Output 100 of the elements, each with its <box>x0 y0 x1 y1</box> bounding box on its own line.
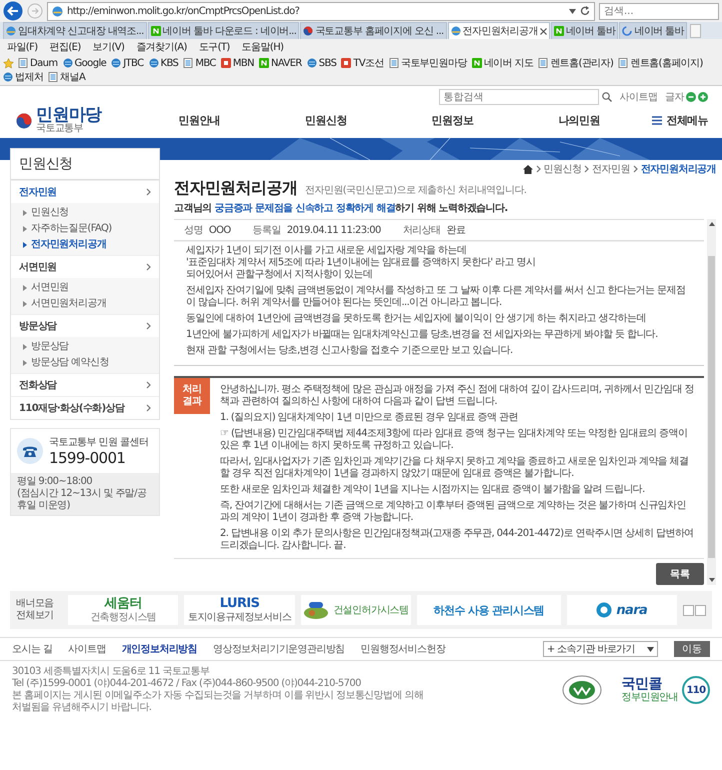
browser-tab[interactable]: 임대차계약 신고대장 내역조... <box>3 22 147 39</box>
menu-item[interactable]: 파일(F) <box>3 40 42 54</box>
go-button[interactable]: 이동 <box>674 641 710 657</box>
banner-caption: 토지이용규제정보서비스 <box>188 612 292 623</box>
favorite-link[interactable]: 네이버 지도 <box>472 56 534 70</box>
address-field[interactable]: http://eminwon.molit.go.kr/onCmptPrcsOpenList.do? <box>47 2 595 20</box>
agency-select[interactable]: + 소속기관 바로가기 <box>542 641 658 657</box>
bullet-icon <box>23 210 27 216</box>
sidebar-subitem[interactable]: 서면민원 <box>11 280 159 296</box>
sidebar-subitem[interactable]: 방문상담 <box>11 339 159 355</box>
naver-icon <box>554 26 564 36</box>
banner-link[interactable]: 건설인허가시스템 <box>300 595 412 625</box>
bullet-icon <box>23 360 27 366</box>
banner-link[interactable]: 세움터 건축행정시스템 <box>68 595 178 625</box>
sitemap-link[interactable]: 사이트맵 <box>620 90 658 104</box>
prev-button[interactable] <box>682 604 694 616</box>
emblem-icon <box>16 112 32 128</box>
favorite-link[interactable]: Google <box>62 58 106 68</box>
banner-link[interactable]: 하천수 사용 관리시스템 <box>417 595 561 625</box>
browser-tab[interactable]: 국토교통부 홈페이지에 오신 ... <box>300 22 447 39</box>
back-icon[interactable] <box>3 1 23 21</box>
globe-icon <box>148 58 159 68</box>
scrollbar[interactable] <box>707 219 716 585</box>
browser-tab[interactable]: 네이버 툴바 다운로드 : 네이버... <box>148 22 300 39</box>
field-value: OOO <box>208 225 231 236</box>
nav-link[interactable]: 민원정보 <box>389 113 516 128</box>
banner-logo-text: LURIS <box>220 597 260 612</box>
favorite-link[interactable]: MBC <box>183 58 216 68</box>
chevron-icon <box>146 404 151 412</box>
nav-link[interactable]: 민원신청 <box>262 113 390 128</box>
naver-icon <box>258 58 269 68</box>
sidebar-subitem[interactable]: 전자민원처리공개 <box>11 237 159 253</box>
browser-tab[interactable]: 네이버 툴바 <box>550 22 618 39</box>
bullet-icon <box>23 344 27 350</box>
favorite-link[interactable]: MBN <box>220 58 254 68</box>
home-icon[interactable] <box>522 164 533 174</box>
nav-link[interactable]: 민원안내 <box>136 113 263 128</box>
dropdown-icon[interactable] <box>569 8 576 14</box>
footer-link[interactable]: 민원행정서비스헌장 <box>360 642 446 656</box>
sidebar-subitem[interactable]: 민원신청 <box>11 205 159 221</box>
breadcrumb-link[interactable]: 전자민원처리공개 <box>640 162 716 176</box>
favorite-link[interactable]: JTBC <box>111 58 144 68</box>
menu-item[interactable]: 도움말(H) <box>238 40 288 54</box>
banner-link[interactable]: LURIS 토지이용규제정보서비스 <box>184 595 295 625</box>
browser-tab[interactable]: 전자민원처리공개 <box>448 22 550 39</box>
answer-paragraph: 2. 답변내용 이외 추가 문의사항은 민간임대정책과(고재종 주무관, 044-201-4472)로 연락주시면 상세히 답변하여 드리겠습니다. 감사합니다. 끝. <box>220 528 694 552</box>
banner-link[interactable]: nara <box>566 595 677 625</box>
question-paragraph: 전세입자 잔여기일에 맞춰 금액변동없이 계약서를 작성하고 또 그 날짜 이후 다른 계약서를 써서 신고 한다는거는 문제점이 많습니다. 허위 계약서를 만들어야 된다는 뜻인데...이건 아니라고 봅니다. <box>186 285 686 309</box>
field-value: 2019.04.11 11:23:00 <box>286 225 381 236</box>
browser-tab[interactable]: 네이버 툴바 <box>619 22 687 39</box>
sidebar-subitem[interactable]: 서면민원처리공개 <box>11 296 159 312</box>
call-number-badge: 110 <box>682 676 710 704</box>
call-logo-text: 국민콜 <box>622 676 663 692</box>
favorite-link[interactable]: NAVER <box>258 58 302 68</box>
favorite-link[interactable]: 렌트홈(홈페이지) <box>618 56 703 70</box>
search-field[interactable]: 검색... <box>599 2 719 20</box>
favorite-link[interactable]: 법제처 <box>3 70 44 84</box>
bullet-icon <box>23 301 27 307</box>
logo-caption: 국토교통부 <box>36 124 84 134</box>
banner-caption: 건축행정시스템 <box>90 612 156 623</box>
sidebar-subitem[interactable]: 자주하는질문(FAQ) <box>11 221 159 237</box>
menu-item[interactable]: 보기(V) <box>88 40 128 54</box>
favorite-link[interactable]: SBS <box>306 58 336 68</box>
favorite-link[interactable]: KBS <box>148 58 178 68</box>
next-button[interactable] <box>694 604 706 616</box>
landscape-icon <box>303 601 330 619</box>
sidebar-item[interactable]: 전화상담 <box>11 373 159 396</box>
all-menu-button[interactable]: 전체메뉴 <box>652 113 708 128</box>
intro-text: 고객님의 궁금증과 문제점을 신속하고 정확하게 해결하기 위해 노력하겠습니다. <box>174 202 509 215</box>
favorite-link[interactable]: 국토부민원마당 <box>388 56 467 70</box>
footer-link[interactable]: 오시는 길 <box>12 642 52 656</box>
favorite-link[interactable]: 채널A <box>48 70 86 84</box>
breadcrumb-link[interactable]: 민원신청 <box>544 162 582 176</box>
new-tab-button[interactable] <box>690 24 701 38</box>
nav-link[interactable]: 나의민원 <box>516 113 642 128</box>
favorite-link[interactable]: 렌트홈(관리자) <box>538 56 614 70</box>
site-logo[interactable]: 민원마당 <box>36 107 102 124</box>
zoom-in-icon[interactable] <box>698 92 708 102</box>
question-paragraph: 세입자가 1년이 되기전 이사를 가고 새로운 세입자랑 계약을 하는데 '표준임대차 계약서 제5조에 따라 1년이내에는 임대료를 증액하지 못한다' 라고 명시 되어있어서 관할구청에서 지적사항이 있는데 <box>186 245 536 281</box>
breadcrumb-link[interactable]: 전자민원 <box>592 162 630 176</box>
close-icon[interactable] <box>540 28 547 34</box>
forward-icon[interactable] <box>27 3 43 19</box>
favorite-link[interactable]: Daum <box>18 58 58 68</box>
favorite-link[interactable]: TV조선 <box>341 56 384 70</box>
globe-icon <box>111 58 122 68</box>
zoom-out-icon[interactable] <box>686 92 696 102</box>
search-field[interactable]: 통합검색 <box>438 89 599 105</box>
font-size-label: 글자 <box>665 91 684 104</box>
menu-item[interactable]: 편집(E) <box>46 40 85 54</box>
favorites-star-icon[interactable] <box>3 58 14 68</box>
footer-link[interactable]: 개인정보처리방침 <box>122 642 197 656</box>
menu-item[interactable]: 도구(T) <box>194 40 234 54</box>
view-all-link[interactable]: 전체보기 <box>16 610 62 622</box>
sidebar-subitem[interactable]: 방문상담 예약신청 <box>11 355 159 371</box>
footer-link[interactable]: 사이트맵 <box>68 642 106 656</box>
footer-link[interactable]: 영상정보처리기기운영관리방침 <box>213 642 345 656</box>
menu-item[interactable]: 즐겨찾기(A) <box>132 40 191 54</box>
refresh-icon[interactable] <box>580 6 590 16</box>
list-button[interactable]: 목록 <box>656 563 704 585</box>
sidebar-item[interactable]: 110재당·화상(수화)상담 <box>11 396 159 419</box>
